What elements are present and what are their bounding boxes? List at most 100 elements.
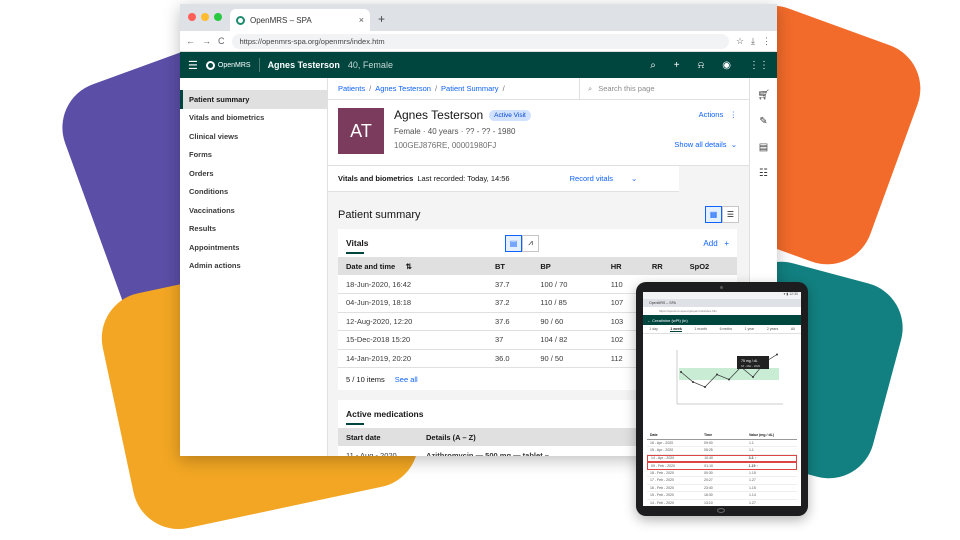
back-icon[interactable]: ← bbox=[186, 36, 195, 46]
cart-icon[interactable]: 🛒︎ bbox=[757, 90, 770, 101]
patient-avatar: AT bbox=[338, 108, 384, 154]
table-cell: 1.27 bbox=[749, 500, 756, 505]
browser-tab[interactable]: OpenMRS – SPA × bbox=[230, 9, 370, 31]
range-tab-1-week[interactable]: 1 week bbox=[670, 327, 682, 332]
data-point[interactable] bbox=[716, 373, 718, 376]
chevron-down-icon: ⌄ bbox=[728, 140, 737, 149]
range-tab-6-months[interactable]: 6 mnths bbox=[720, 327, 732, 331]
breadcrumb-patient-name[interactable]: Agnes Testerson bbox=[375, 84, 431, 93]
pen-icon[interactable]: ✎ bbox=[759, 116, 767, 127]
data-point[interactable] bbox=[692, 381, 694, 383]
nav-item-vitals-and-biometrics[interactable]: Vitals and biometrics bbox=[180, 109, 327, 128]
tablet-status-bar: ▾ ▮ 12:30 bbox=[643, 292, 801, 299]
table-cell: 37.2 bbox=[487, 293, 533, 313]
tablet-screen: ▾ ▮ 12:30 OpenMRS – SPA https://openmrs-… bbox=[643, 292, 801, 506]
tablet-browser-tab[interactable]: OpenMRS – SPA bbox=[643, 299, 801, 307]
table-cell: 16 - Apr - 2020 bbox=[650, 440, 674, 445]
nav-item-conditions[interactable]: Conditions bbox=[180, 183, 327, 202]
header-actions: ⌕ + ⍾ ◉ ⋮⋮ bbox=[650, 60, 769, 71]
vitals-card-header: Vitals ▤ ⩘ Add + bbox=[338, 229, 737, 257]
column-header-start-date[interactable]: Start date bbox=[338, 428, 418, 446]
hamburger-menu-icon[interactable]: ☰ bbox=[188, 59, 198, 72]
tooltip-date: 18 - Mar - 2020 bbox=[741, 364, 761, 368]
page-search[interactable]: ⌕ Search this page bbox=[579, 78, 749, 100]
new-tab-button[interactable]: + bbox=[378, 12, 385, 26]
nav-item-orders[interactable]: Orders bbox=[180, 164, 327, 183]
sort-icon: ⇅ bbox=[397, 261, 412, 271]
chart-view-icon[interactable]: ⩘ bbox=[521, 234, 539, 252]
openmrs-logo-icon bbox=[205, 60, 215, 70]
search-icon: ⌕ bbox=[588, 83, 593, 93]
range-tab-2-years[interactable]: 2 years bbox=[767, 327, 778, 331]
search-icon[interactable]: ⌕ bbox=[650, 60, 656, 71]
show-all-details-button[interactable]: Show all details ⌄ bbox=[674, 140, 737, 149]
nav-item-results[interactable]: Results bbox=[180, 220, 327, 239]
table-cell: 90 / 60 bbox=[532, 312, 603, 331]
nav-item-clinical-views[interactable]: Clinical views bbox=[180, 127, 327, 146]
nav-item-patient-summary[interactable]: Patient summary bbox=[180, 90, 327, 109]
range-tab-all[interactable]: All bbox=[791, 327, 795, 331]
range-tab-1-year[interactable]: 1 year bbox=[745, 327, 755, 331]
vitals-bar-title: Vitals and biometrics bbox=[338, 174, 414, 183]
table-row: 14 - Feb - 2020 13:10 1.27 bbox=[647, 500, 797, 507]
nav-item-appointments[interactable]: Appointments bbox=[180, 238, 327, 257]
vitals-last-recorded: Last recorded: Today, 14:56 bbox=[417, 174, 510, 183]
column-header-date[interactable]: Date and time ⇅ bbox=[338, 257, 487, 275]
reload-icon[interactable]: C bbox=[218, 36, 225, 46]
table-view-icon[interactable]: ▤ bbox=[504, 234, 522, 252]
search-input[interactable]: Search this page bbox=[598, 84, 654, 93]
breadcrumb-patient-summary[interactable]: Patient Summary bbox=[441, 84, 499, 93]
table-cell: 14 - Apr - 2020 bbox=[651, 456, 675, 461]
minimize-window-button[interactable] bbox=[201, 13, 209, 21]
data-point[interactable] bbox=[776, 353, 778, 356]
tablet-address-bar[interactable]: https://openmrs-spa.org/openmrs/index.ht… bbox=[643, 307, 801, 315]
close-window-button[interactable] bbox=[188, 13, 196, 21]
breadcrumb-patients[interactable]: Patients bbox=[338, 84, 365, 93]
chevron-down-icon[interactable]: ⌄ bbox=[631, 174, 637, 183]
address-bar[interactable]: https://openmrs-spa.org/openmrs/index.ht… bbox=[231, 33, 729, 49]
data-point[interactable] bbox=[728, 378, 730, 381]
table-row: 16 - Feb - 2020 23:40 1.15 bbox=[647, 485, 797, 492]
table-cell: 1.15 bbox=[749, 470, 756, 475]
add-vitals-button[interactable]: Add + bbox=[703, 239, 729, 248]
header-patient-meta: 40, Female bbox=[347, 60, 393, 70]
user-avatar-icon[interactable]: ◉ bbox=[722, 60, 731, 71]
list-view-icon[interactable]: ☰ bbox=[722, 206, 739, 223]
range-tab-1-day[interactable]: 1 day bbox=[649, 327, 658, 331]
nav-item-vaccinations[interactable]: Vaccinations bbox=[180, 201, 327, 220]
app-switcher-icon[interactable]: ⋮⋮ bbox=[749, 60, 769, 71]
tooltip: 75 mg / dL 18 - Mar - 2020 bbox=[737, 356, 769, 369]
actions-label: Actions bbox=[698, 110, 724, 119]
table-cell: 37.6 bbox=[487, 312, 533, 331]
close-tab-icon[interactable]: × bbox=[359, 15, 364, 25]
vitals-view-toggle: ▤ ⩘ bbox=[504, 234, 539, 252]
vitals-summary-bar: Vitals and biometrics Last recorded: Tod… bbox=[328, 166, 679, 192]
bookmark-star-icon[interactable]: ☆ bbox=[736, 36, 744, 47]
actions-menu[interactable]: Actions ⋮ bbox=[699, 110, 737, 119]
notification-icon[interactable]: ⍾ bbox=[698, 60, 705, 71]
data-point[interactable] bbox=[752, 376, 754, 378]
browser-menu-icon[interactable]: ⋮ bbox=[762, 36, 771, 47]
table-cell: 00:30 bbox=[704, 470, 713, 475]
openmrs-logo[interactable]: OpenMRS bbox=[205, 60, 251, 70]
nav-item-forms[interactable]: Forms bbox=[180, 146, 327, 165]
download-icon[interactable]: ⤓ bbox=[751, 36, 755, 47]
list-icon[interactable]: ☷ bbox=[759, 168, 768, 179]
grid-view-icon[interactable]: ▦ bbox=[705, 206, 722, 223]
range-tab-1-month[interactable]: 1 month bbox=[694, 327, 707, 331]
table-cell: 23:40 bbox=[704, 485, 713, 490]
forward-icon[interactable]: → bbox=[202, 36, 211, 46]
add-label: Add bbox=[703, 238, 718, 248]
add-icon[interactable]: + bbox=[674, 60, 680, 71]
record-vitals-button[interactable]: Record vitals bbox=[570, 174, 613, 183]
data-point[interactable] bbox=[704, 386, 706, 388]
header-divider bbox=[258, 58, 260, 72]
document-icon[interactable]: ▤ bbox=[759, 142, 768, 153]
nav-item-admin-actions[interactable]: Admin actions bbox=[180, 257, 327, 276]
maximize-window-button[interactable] bbox=[214, 13, 222, 21]
table-cell: 37 bbox=[487, 330, 533, 350]
tablet-home-button[interactable] bbox=[717, 508, 725, 513]
data-point[interactable] bbox=[680, 371, 682, 373]
see-all-link[interactable]: See all bbox=[395, 375, 418, 384]
vitals-table-header: Date and time ⇅ BT BP HR RR SpO2 bbox=[338, 257, 737, 275]
